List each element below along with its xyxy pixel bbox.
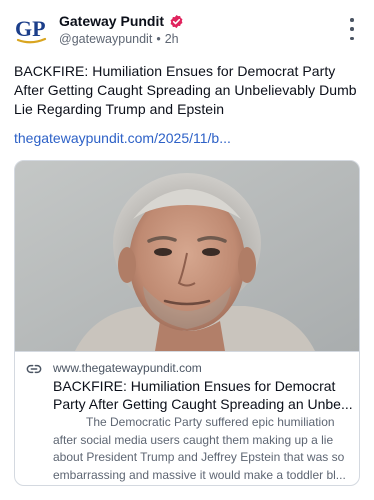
more-vertical-icon: [350, 18, 354, 22]
link-icon: [26, 364, 42, 374]
gateway-pundit-logo-icon: GP: [15, 16, 47, 44]
display-name[interactable]: Gateway Pundit: [59, 12, 164, 30]
post-link[interactable]: thegatewaypundit.com/2025/11/b...: [14, 129, 360, 148]
name-row: Gateway Pundit: [59, 12, 184, 30]
card-description-line: about President Trump and Jeffrey Epstei…: [53, 450, 345, 464]
card-title-line: BACKFIRE: Humiliation Ensues for Democra…: [53, 378, 336, 394]
portrait-image: [15, 161, 359, 351]
card-title[interactable]: BACKFIRE: Humiliation Ensues for Democra…: [53, 377, 353, 413]
card-description-line: The Democratic Party suffered epic humil…: [86, 415, 335, 429]
avatar-letters: GP: [15, 16, 46, 41]
avatar[interactable]: GP: [14, 12, 48, 46]
card-description: The Democratic Party suffered epic humil…: [53, 414, 353, 484]
card-title-line: Party After Getting Caught Spreading an …: [53, 396, 353, 412]
meta-row: @gatewaypundit • 2h: [59, 31, 179, 47]
card-image[interactable]: [15, 161, 359, 351]
meta-separator: •: [156, 32, 161, 46]
card-description-line: after social media users caught them mak…: [53, 432, 334, 447]
more-options-button[interactable]: [344, 18, 360, 40]
post-header: GP Gateway Pundit @gatewaypundit • 2h: [14, 10, 360, 50]
post-text: BACKFIRE: Humiliation Ensues for Democra…: [14, 63, 357, 117]
card-body: www.thegatewaypundit.com BACKFIRE: Humil…: [15, 351, 359, 485]
card-domain: www.thegatewaypundit.com: [53, 361, 202, 375]
post-time[interactable]: 2h: [165, 31, 179, 47]
card-description-line: embarrassing and massive it would make a…: [53, 467, 346, 482]
handle[interactable]: @gatewaypundit: [59, 31, 152, 47]
link-preview-card[interactable]: www.thegatewaypundit.com BACKFIRE: Humil…: [14, 160, 360, 486]
post: GP Gateway Pundit @gatewaypundit • 2h BA…: [0, 0, 374, 500]
verified-badge-icon: [170, 14, 183, 28]
